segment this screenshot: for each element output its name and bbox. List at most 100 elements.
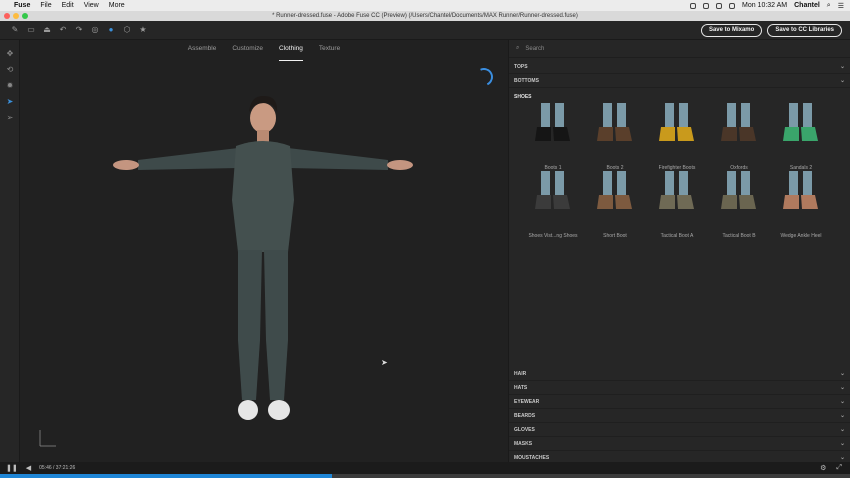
shoe-thumbnail[interactable]: [523, 171, 583, 231]
shoe-label: Wedge Ankle Heel: [780, 233, 822, 239]
shoe-thumbnail[interactable]: [771, 171, 831, 231]
open-icon[interactable]: ▭: [27, 26, 35, 34]
menu-app-name[interactable]: Fuse: [14, 2, 30, 9]
shoe-thumbnail[interactable]: [709, 171, 769, 231]
body-icon[interactable]: ◎: [91, 26, 99, 34]
spotlight-icon[interactable]: ⌕: [827, 2, 831, 10]
search-bar[interactable]: ⌕ Search: [509, 40, 850, 58]
shoe-preview-image: [535, 103, 570, 141]
battery-icon[interactable]: [728, 2, 735, 9]
section-tops-label: TOPS: [514, 64, 528, 70]
playback-bar: ❚❚ ◀ 05:46 / 37:21:26 ⚙ ⤢: [0, 462, 850, 474]
search-input[interactable]: Search: [525, 46, 544, 52]
tab-assemble[interactable]: Assemble: [188, 45, 217, 57]
shoe-thumbnail[interactable]: [709, 103, 769, 163]
shoe-thumbnail[interactable]: [585, 103, 645, 163]
send-icon[interactable]: ➢: [6, 114, 14, 122]
menu-more[interactable]: More: [109, 2, 125, 9]
section-tops[interactable]: TOPS ⌄: [509, 61, 850, 74]
zoom-window-button[interactable]: [22, 13, 28, 19]
section-shoes-header[interactable]: SHOES: [514, 94, 532, 100]
clothing-panel: ⌕ Search TOPS ⌄ BOTTOMS ⌄ SHOES Boots 1B…: [508, 40, 850, 465]
shoe-thumbnail[interactable]: [647, 171, 707, 231]
menu-file[interactable]: File: [40, 2, 51, 9]
save-to-cc-libraries-button[interactable]: Save to CC Libraries: [767, 23, 842, 37]
new-icon[interactable]: ✎: [11, 26, 19, 34]
select-tool-icon[interactable]: ➤: [6, 98, 14, 106]
left-tool-strip: ✥ ⟲ ✹ ➤ ➢: [0, 40, 20, 462]
wifi-icon[interactable]: [702, 2, 709, 9]
section-label: HAIR: [514, 371, 527, 377]
character-model[interactable]: [98, 90, 418, 435]
shoe-preview-image: [721, 103, 756, 141]
mixamo-icon[interactable]: ●: [107, 26, 115, 34]
shoe-thumbnail[interactable]: [523, 103, 583, 163]
redo-icon[interactable]: ↷: [75, 26, 83, 34]
section-label: MASKS: [514, 441, 533, 447]
shoe-thumbnail[interactable]: [647, 103, 707, 163]
shoe-preview-image: [659, 171, 694, 209]
section-label: MOUSTACHES: [514, 455, 550, 461]
window-title: * Runner-dressed.fuse - Adobe Fuse CC (P…: [272, 13, 578, 19]
shoe-thumbnail[interactable]: [771, 103, 831, 163]
move-tool-icon[interactable]: ✥: [6, 50, 14, 58]
chevron-down-icon: ⌄: [839, 64, 845, 70]
chevron-down-icon: ⌄: [839, 413, 845, 419]
section-eyewear[interactable]: EYEWEAR ⌄: [509, 396, 850, 409]
notifications-icon[interactable]: ☰: [838, 2, 844, 10]
chevron-down-icon: ⌄: [839, 441, 845, 447]
section-label: EYEWEAR: [514, 399, 540, 405]
window-titlebar: * Runner-dressed.fuse - Adobe Fuse CC (P…: [0, 11, 850, 21]
cube-icon[interactable]: ⬡: [123, 26, 131, 34]
playback-progress-bar[interactable]: [0, 474, 850, 478]
app-toolbar: ✎ ▭ ⏏ ↶ ↷ ◎ ● ⬡ ★ Save to Mixamo Save to…: [0, 21, 850, 40]
tab-clothing[interactable]: Clothing: [279, 45, 303, 61]
workflow-tabs: Assemble Customize Clothing Texture: [20, 40, 508, 61]
volume-icon[interactable]: ◀: [26, 464, 31, 472]
favorite-icon[interactable]: ★: [139, 26, 147, 34]
menu-bar: Fuse File Edit View More Mon 10:32 AM Ch…: [0, 0, 850, 11]
section-hair[interactable]: HAIR ⌄: [509, 368, 850, 381]
mouse-cursor-icon: ➤: [381, 358, 388, 367]
shoe-preview-image: [597, 103, 632, 141]
undo-icon[interactable]: ↶: [59, 26, 67, 34]
chevron-down-icon: ⌄: [839, 78, 845, 84]
shoe-preview-image: [535, 171, 570, 209]
loading-spinner: [472, 65, 496, 89]
menu-edit[interactable]: Edit: [62, 2, 74, 9]
tab-customize[interactable]: Customize: [232, 45, 263, 57]
chevron-down-icon: ⌄: [839, 371, 845, 377]
save-to-mixamo-button[interactable]: Save to Mixamo: [700, 23, 763, 37]
menu-view[interactable]: View: [84, 2, 99, 9]
section-bottoms[interactable]: BOTTOMS ⌄: [509, 75, 850, 88]
menubar-clock[interactable]: Mon 10:32 AM: [742, 2, 787, 9]
3d-viewport[interactable]: Assemble Customize Clothing Texture ➤: [20, 40, 508, 462]
shoe-thumbnail[interactable]: [585, 171, 645, 231]
pause-icon[interactable]: ❚❚: [6, 464, 18, 472]
export-icon[interactable]: ⏏: [43, 26, 51, 34]
status-icon[interactable]: [689, 2, 696, 9]
close-window-button[interactable]: [4, 13, 10, 19]
volume-icon[interactable]: [715, 2, 722, 9]
section-hats[interactable]: HATS ⌄: [509, 382, 850, 395]
minimize-window-button[interactable]: [13, 13, 19, 19]
chevron-down-icon: ⌄: [839, 399, 845, 405]
shoe-preview-image: [659, 103, 694, 141]
menubar-user[interactable]: Chantel: [794, 2, 820, 9]
section-gloves[interactable]: GLOVES ⌄: [509, 424, 850, 437]
tab-texture[interactable]: Texture: [319, 45, 340, 57]
settings-icon[interactable]: ⚙: [820, 464, 826, 472]
section-bottoms-label: BOTTOMS: [514, 78, 539, 84]
section-label: HATS: [514, 385, 528, 391]
fullscreen-icon[interactable]: ⤢: [836, 464, 842, 472]
camera-tool-icon[interactable]: ⟲: [6, 66, 14, 74]
section-beards[interactable]: BEARDS ⌄: [509, 410, 850, 423]
section-label: GLOVES: [514, 427, 535, 433]
gear-icon[interactable]: ✹: [6, 82, 14, 90]
section-masks[interactable]: MASKS ⌄: [509, 438, 850, 451]
chevron-down-icon: ⌄: [839, 427, 845, 433]
search-icon: ⌕: [516, 45, 520, 51]
shoe-preview-image: [783, 103, 818, 141]
section-label: BEARDS: [514, 413, 536, 419]
shoe-preview-image: [783, 171, 818, 209]
